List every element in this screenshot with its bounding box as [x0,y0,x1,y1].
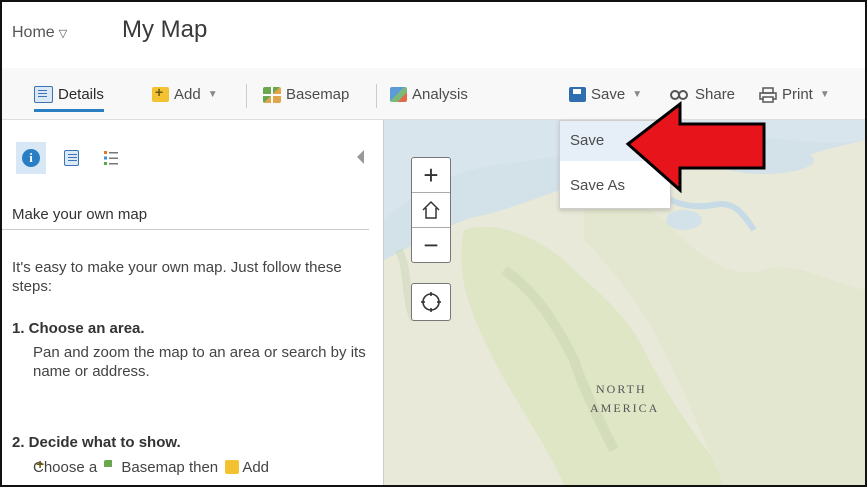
basemap-button[interactable]: Basemap [263,86,349,103]
save-label: Save [591,86,626,103]
chevron-down-icon: ▼ [819,89,830,100]
tab-legend[interactable] [96,142,126,174]
home-label: Home [12,24,55,41]
legend-list-icon [104,151,118,165]
step2-add: Add [242,459,270,476]
map-title: My Map [122,16,208,43]
basemap-icon [263,86,281,103]
zoom-in-button[interactable]: + [412,158,450,193]
zoom-out-button[interactable]: − [412,228,450,262]
details-panel: i Make your own map It's easy to make yo… [2,120,384,485]
content-icon [63,150,79,166]
chevron-down-icon: ▼ [207,89,218,100]
home-menu[interactable]: Home ▽ [12,24,67,42]
locate-button[interactable] [411,283,451,321]
details-label: Details [58,86,104,103]
app-window: Home▽ My Map Details Add ▼ Basemap Analy… [0,0,867,487]
info-icon: i [22,149,40,167]
step2-body: Choose a Basemap then Add [33,458,378,477]
add-icon [152,84,169,102]
map-label-north: NORTH [596,382,647,396]
basemap-label: Basemap [286,86,350,103]
toolbar-divider [376,84,377,108]
header: Home ▽ My Map [2,2,865,68]
analysis-icon [390,87,407,102]
basemap-icon [104,460,119,474]
home-extent-button[interactable] [412,193,450,228]
zoom-control: + − [411,157,451,263]
step1-heading: 1. Choose an area. [12,320,145,337]
divider [2,229,369,230]
red-arrow-annotation [625,100,766,194]
save-disk-icon [569,87,586,102]
step2-then: then [188,459,219,476]
step2-heading: 2. Decide what to show. [12,434,181,451]
panel-title: Make your own map [12,206,148,223]
chevron-down-icon: ▽ [58,28,68,40]
step2-basemap: Basemap [121,459,185,476]
toolbar-divider [246,84,247,108]
add-icon [225,460,240,474]
details-icon [34,86,53,103]
intro-text: It's easy to make your own map. Just fol… [12,259,342,295]
add-label: Add [174,86,201,103]
analysis-label: Analysis [412,86,468,103]
print-label: Print [782,86,813,103]
home-icon [422,200,440,219]
locate-icon [421,292,441,312]
map-label-america: AMERICA [590,401,660,415]
tab-about[interactable]: i [16,142,46,174]
panel-tabs: i [16,142,126,174]
tab-content[interactable] [56,142,86,174]
details-button[interactable]: Details [34,86,104,112]
add-button[interactable]: Add ▼ [152,84,218,103]
analysis-button[interactable]: Analysis [390,86,468,103]
collapse-panel-icon[interactable] [357,150,364,164]
step1-body: Pan and zoom the map to an area or searc… [33,344,366,380]
